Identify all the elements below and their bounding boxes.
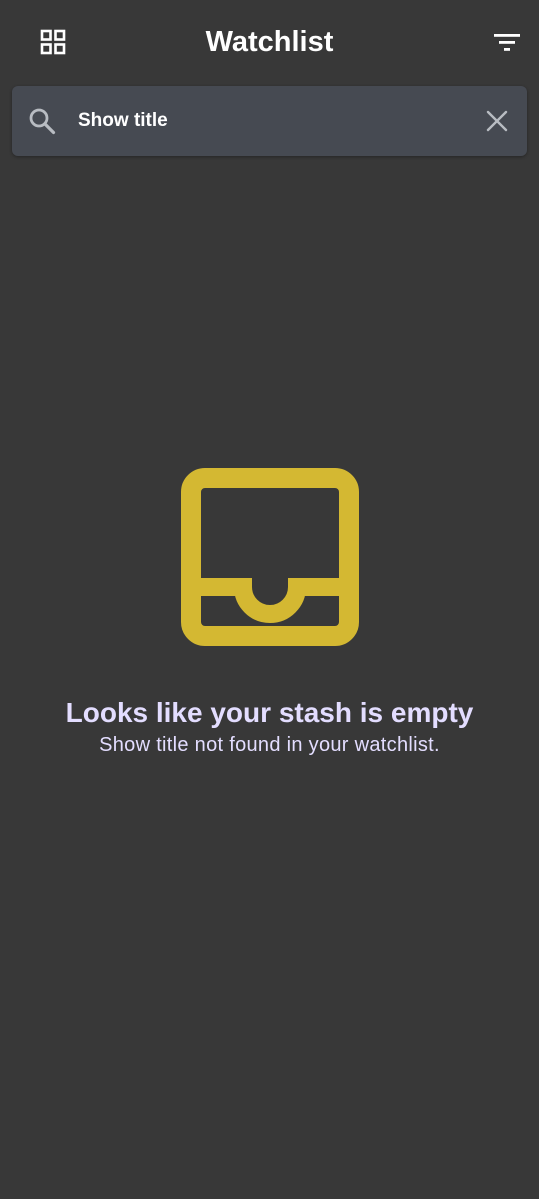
filter-button[interactable] bbox=[487, 22, 527, 62]
search-bar bbox=[12, 86, 527, 156]
empty-state-subtitle: Show title not found in your watchlist. bbox=[99, 734, 440, 756]
inbox-icon bbox=[180, 468, 359, 646]
search-input[interactable] bbox=[78, 104, 468, 138]
app-header: Watchlist bbox=[0, 0, 539, 84]
page-title: Watchlist bbox=[205, 26, 334, 58]
clear-search-button[interactable] bbox=[482, 106, 512, 136]
close-icon bbox=[486, 110, 508, 132]
empty-state: Looks like your stash is empty Show titl… bbox=[0, 468, 539, 758]
empty-state-title: Looks like your stash is empty bbox=[65, 697, 474, 728]
search-icon bbox=[29, 108, 56, 135]
filter-icon bbox=[494, 34, 520, 51]
